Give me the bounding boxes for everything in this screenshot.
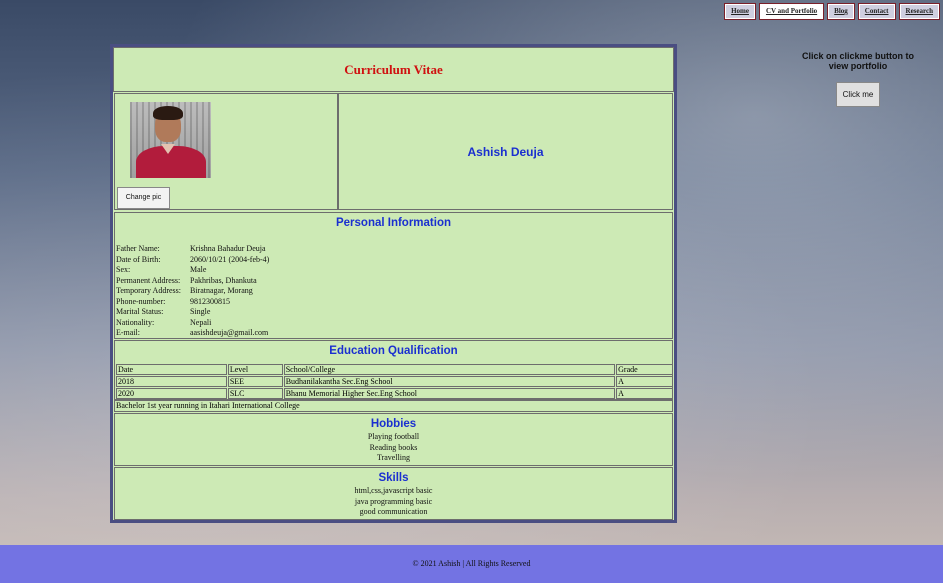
list-item: html,css,javascript basic — [354, 486, 433, 495]
table-cell: School/College — [283, 364, 616, 375]
table-cell: SLC — [227, 388, 283, 399]
personal-info-row: Nationality: Nepali — [116, 318, 269, 329]
personal-info-row: Temporary Address: Biratnagar, Morang — [116, 286, 269, 297]
skills-section: Skills html,css,javascript basic java pro… — [114, 467, 673, 520]
education-table: Date Level School/College Grade 2018 SEE Budha… — [115, 363, 674, 400]
info-value: Krishna Bahadur Deuja — [190, 244, 266, 253]
info-value: 9812300815 — [190, 296, 230, 306]
cv-title-cell: Curriculum Vitae — [113, 47, 674, 92]
table-cell: Grade — [616, 364, 673, 375]
info-key: Date of Birth: — [116, 254, 161, 264]
info-key: Temporary Address: — [116, 286, 181, 295]
portfolio-panel: Click on clickme button to view portfoli… — [797, 51, 919, 107]
profile-photo — [130, 102, 211, 178]
list-item: Travelling — [376, 453, 411, 462]
info-value: Single — [190, 307, 211, 316]
info-key: Marital Status: — [116, 307, 164, 316]
table-cell: A — [616, 388, 673, 399]
info-key: Nationality: — [116, 317, 155, 327]
table-cell: Bhanu Memorial Higher Sec.Eng School — [283, 388, 616, 399]
info-value: Biratnagar, Morang — [190, 286, 253, 295]
info-key: Father Name: — [116, 244, 160, 253]
personal-info-row: Phone-number: 9812300815 — [116, 297, 269, 308]
table-cell: 2020 — [116, 388, 227, 399]
personal-info-heading: Personal Information — [335, 217, 452, 229]
list-item: good communication — [359, 507, 428, 516]
footer: © 2021 Ashish | All Rights Reserved — [0, 545, 943, 583]
nav-contact-link[interactable]: Contact — [857, 3, 896, 20]
info-value: aasishdeuja@gmail.com — [190, 328, 269, 337]
personal-info-row: Date of Birth: 2060/10/21 (2004-feb-4) — [116, 255, 269, 266]
click-me-button[interactable]: Click me — [836, 82, 880, 107]
info-value: Nepali — [190, 317, 212, 327]
table-row: Date Level School/College Grade — [116, 364, 673, 375]
list-item: Playing football — [367, 432, 420, 441]
education-section: Education Qualification Date Level School/… — [114, 340, 673, 400]
cv-title: Curriculum Vitae — [344, 61, 443, 77]
table-row: 2018 SEE Budhanilakantha Sec.Eng School A — [116, 376, 673, 387]
table-row: 2020 SLC Bhanu Memorial Higher Sec.Eng Sch… — [116, 388, 673, 399]
personal-info-list: Father Name: Krishna Bahadur Deuja Date of… — [116, 244, 269, 339]
hobbies-list: Playing football Reading books Travelling — [115, 432, 672, 464]
table-cell: Date — [116, 364, 227, 375]
nav-home-link[interactable]: Home — [724, 3, 756, 20]
name-cell: Ashish Deuja — [338, 93, 673, 210]
info-value: Male — [190, 265, 207, 274]
hobbies-section: Hobbies Playing football Reading books Tra… — [114, 413, 673, 466]
info-key: Permanent Address: — [116, 275, 181, 285]
change-pic-button[interactable]: Change pic — [117, 187, 170, 209]
info-value: Pakhribas, Dhankuta — [190, 275, 257, 285]
table-cell: A — [616, 376, 673, 387]
nav-cv-portfolio-link[interactable]: CV and Portfolio — [758, 3, 825, 20]
person-name: Ashish Deuja — [467, 144, 544, 159]
hobbies-heading: Hobbies — [370, 418, 417, 430]
nav-blog-link[interactable]: Blog — [827, 3, 855, 20]
nav-research-link[interactable]: Research — [898, 3, 940, 20]
skills-heading: Skills — [378, 472, 409, 484]
personal-info-row: Marital Status: Single — [116, 307, 269, 318]
list-item: Reading books — [369, 442, 418, 452]
education-heading: Education Qualification — [329, 345, 458, 357]
info-key: E-mail: — [116, 328, 140, 337]
portfolio-hint: Click on clickme button to view portfoli… — [801, 51, 914, 71]
list-item: java programming basic — [354, 496, 433, 506]
personal-info-row: Sex: Male — [116, 265, 269, 276]
table-cell: 2018 — [116, 376, 227, 387]
cv-container: Curriculum Vitae Change pic Ashish Deuja… — [110, 44, 677, 523]
skills-list: html,css,javascript basic java programmin… — [115, 486, 672, 518]
info-key: Sex: — [116, 265, 131, 274]
table-cell: Budhanilakantha Sec.Eng School — [283, 376, 616, 387]
personal-info-row: Permanent Address: Pakhribas, Dhankuta — [116, 276, 269, 287]
table-cell: SEE — [227, 376, 283, 387]
personal-info-section: Personal Information Father Name: Krishna… — [114, 212, 673, 339]
table-cell: Level — [227, 364, 283, 375]
personal-info-row: Father Name: Krishna Bahadur Deuja — [116, 244, 269, 255]
info-key: Phone-number: — [116, 296, 166, 306]
info-value: 2060/10/21 (2004-feb-4) — [190, 254, 270, 264]
education-note: Bachelor 1st year running in Itahari Int… — [114, 400, 673, 412]
top-nav: Home CV and Portfolio Blog Contact Resea… — [724, 3, 940, 20]
personal-info-row: E-mail: aasishdeuja@gmail.com — [116, 328, 269, 339]
photo-cell: Change pic — [114, 93, 338, 210]
